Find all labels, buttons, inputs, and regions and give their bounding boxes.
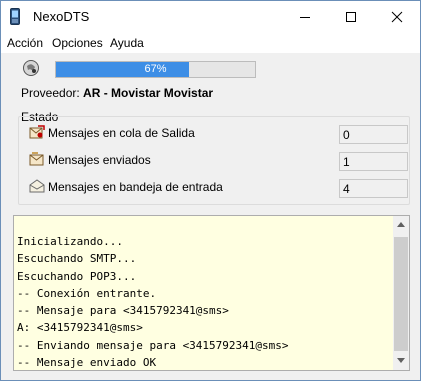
log-line: A: <3415792341@sms>	[17, 321, 143, 335]
inbox-count-field: 4	[339, 179, 408, 198]
provider-label: Proveedor:	[21, 86, 80, 100]
inbox-count: 4	[343, 182, 350, 196]
connection-status-icon	[23, 60, 39, 76]
close-icon	[391, 11, 403, 23]
title-bar[interactable]: NexoDTS	[1, 1, 420, 33]
scrollbar-thumb[interactable]	[394, 237, 408, 351]
sent-label: Mensajes enviados	[48, 153, 151, 167]
menu-accion[interactable]: Acción	[7, 36, 43, 50]
log-line: Escuchando POP3...	[17, 269, 137, 283]
log-line: -- Conexión entrante.	[17, 286, 157, 300]
app-window: NexoDTS Acción Opciones Ayuda 67% Provee…	[0, 0, 421, 381]
window-title: NexoDTS	[33, 9, 90, 24]
sent-count-field: 1	[339, 152, 408, 171]
menu-opciones[interactable]: Opciones	[52, 36, 103, 50]
log-console[interactable]: Inicializando... Escuchando SMTP... Escuch…	[13, 215, 410, 371]
maximize-button[interactable]	[328, 1, 374, 33]
close-button[interactable]	[374, 1, 420, 33]
phone-icon	[10, 8, 20, 25]
sent-mail-icon	[29, 152, 44, 166]
log-line: -- Mensaje enviado OK	[17, 356, 157, 370]
inbox-icon	[29, 179, 45, 193]
maximize-icon	[346, 12, 356, 22]
log-line: Escuchando SMTP...	[17, 252, 137, 266]
provider-value: AR - Movistar Movistar	[83, 86, 214, 100]
provider-line: Proveedor: AR - Movistar Movistar	[21, 86, 213, 100]
outbox-label: Mensajes en cola de Salida	[48, 126, 195, 140]
log-lines: Inicializando... Escuchando SMTP... Escuch…	[17, 233, 289, 370]
outbox-count: 0	[343, 128, 350, 142]
inbox-label: Mensajes en bandeja de entrada	[48, 180, 223, 194]
menu-bar: Acción Opciones Ayuda	[1, 33, 420, 53]
log-line: -- Mensaje para <3415792341@sms>	[17, 304, 229, 318]
outbox-icon	[29, 125, 45, 139]
log-line: -- Enviando mensaje para <3415792341@sms…	[17, 338, 289, 352]
sent-count: 1	[343, 155, 350, 169]
minimize-icon	[300, 17, 310, 18]
menu-ayuda[interactable]: Ayuda	[110, 36, 144, 50]
log-line: Inicializando...	[17, 235, 123, 248]
outbox-count-field: 0	[339, 125, 408, 144]
scroll-up-arrow-icon[interactable]	[397, 222, 405, 227]
scroll-down-arrow-icon[interactable]	[397, 358, 405, 363]
progress-bar: 67%	[55, 61, 256, 78]
minimize-button[interactable]	[282, 1, 328, 33]
log-scrollbar[interactable]	[393, 216, 409, 370]
progress-label: 67%	[144, 63, 167, 75]
